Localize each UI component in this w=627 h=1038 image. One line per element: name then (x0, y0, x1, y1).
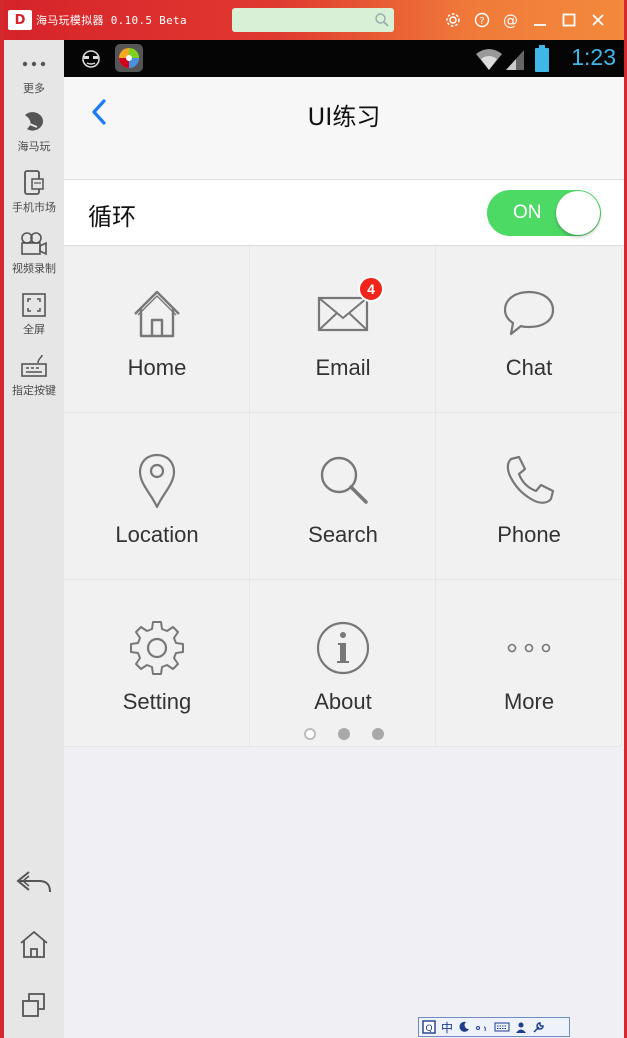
emulator-titlebar: D 海马玩模拟器 0.10.5 Beta ? @ (0, 0, 627, 40)
info-icon (316, 621, 370, 675)
grid-item-location[interactable]: Location (64, 413, 250, 580)
phone-icon (506, 455, 555, 504)
grid-item-label: More (503, 689, 555, 714)
grid-item-about[interactable]: About (250, 580, 436, 747)
grid-item-chat[interactable]: Chat (436, 246, 622, 413)
app-title: 海马玩模拟器 0.10.5 Beta (36, 14, 187, 27)
titlebar-search-input[interactable] (232, 8, 394, 32)
unread-badge: 4 (358, 276, 384, 302)
sidebar-item-label: 指定按键 (12, 384, 56, 397)
page-dot-2[interactable] (338, 728, 350, 740)
svg-text:?: ? (479, 16, 484, 27)
nav-bar: UI练习 (64, 77, 624, 185)
haimawan-logo: D (8, 10, 32, 30)
grid-item-label: Setting (122, 689, 192, 714)
keymap-icon (4, 352, 64, 380)
ime-language-toggle[interactable]: 中 (441, 1019, 453, 1036)
svg-text:@: @ (503, 12, 518, 29)
signal-icon (506, 50, 524, 70)
user-icon[interactable] (515, 1021, 527, 1033)
sidebar-item-haimawan[interactable]: 海马玩 (4, 108, 64, 154)
back-icon (4, 868, 64, 896)
moon-icon[interactable] (458, 1021, 470, 1033)
gear-icon (130, 621, 184, 675)
grid-item-more[interactable]: More (436, 580, 622, 747)
loop-setting-row: 循环 ON (64, 179, 624, 246)
keyboard-icon[interactable] (494, 1021, 510, 1033)
search-icon[interactable] (374, 12, 390, 28)
ime-toolbar: Q 中 (418, 1017, 570, 1037)
toggle-knob[interactable] (556, 191, 600, 235)
sidebar-item-more[interactable]: 更多 (4, 50, 64, 96)
map-pin-icon (138, 453, 176, 509)
titlebar-buttons: ? @ (438, 8, 612, 32)
titlebar-search (232, 8, 394, 32)
device-screen: 1:23 UI练习 循环 ON Home 4 Email Chat Locati… (64, 40, 624, 1038)
page-title: UI练习 (307, 103, 381, 131)
sidebar-recent-button[interactable] (4, 991, 64, 1019)
status-time: 1:23 (571, 44, 616, 70)
market-app-icon (115, 44, 143, 72)
ime-logo-icon[interactable]: Q (422, 1020, 436, 1034)
fullscreen-icon (4, 291, 64, 319)
grid-item-setting[interactable]: Setting (64, 580, 250, 747)
wrench-icon[interactable] (532, 1021, 545, 1034)
speech-bubble-icon (503, 290, 555, 336)
sidebar-item-fullscreen[interactable]: 全屏 (4, 291, 64, 337)
loop-label: 循环 (88, 203, 136, 231)
battery-icon (535, 45, 549, 72)
page-indicator (64, 726, 624, 742)
grid-item-label: Phone (497, 522, 561, 547)
grid-item-label: Home (127, 355, 187, 380)
sidebar-home-button[interactable] (4, 930, 64, 958)
more-dots-icon (4, 50, 64, 78)
sidebar-item-label: 海马玩 (17, 140, 51, 153)
haimawan-icon (4, 108, 64, 136)
grid-item-label: Email (315, 355, 371, 380)
video-record-icon (4, 230, 64, 258)
loop-toggle[interactable]: ON (487, 190, 601, 236)
app-market-icon (4, 169, 64, 197)
toggle-state-text: ON (513, 202, 542, 223)
sidebar-item-keymap[interactable]: 指定按键 (4, 352, 64, 398)
home-icon (4, 930, 64, 958)
emulator-sidebar: 更多 海马玩 手机市场 视频录制 全屏 指定按键 (4, 40, 64, 1038)
grid-item-label: Search (308, 522, 378, 547)
notification-icon (82, 50, 100, 68)
help-icon[interactable]: ? (467, 8, 496, 32)
maximize-icon[interactable] (554, 8, 583, 32)
recent-apps-icon (4, 991, 64, 1019)
nav-bar-content: UI练习 (64, 77, 624, 147)
sidebar-item-label: 全屏 (23, 323, 45, 336)
sidebar-back-button[interactable] (4, 868, 64, 896)
grid-item-label: Location (115, 522, 199, 547)
close-icon[interactable] (583, 8, 612, 32)
sidebar-item-label: 更多 (23, 82, 45, 95)
grid-item-label: Chat (505, 355, 553, 380)
wifi-icon (476, 49, 502, 70)
page-dot-1[interactable] (304, 728, 316, 740)
android-statusbar: 1:23 (64, 40, 624, 77)
more-dots-icon (507, 643, 551, 653)
grid-item-label: About (314, 689, 372, 714)
punctuation-icon[interactable] (475, 1021, 489, 1033)
settings-icon[interactable] (438, 8, 467, 32)
grid-item-phone[interactable]: Phone (436, 413, 622, 580)
sidebar-item-label: 手机市场 (12, 201, 56, 214)
sidebar-item-app-market[interactable]: 手机市场 (4, 169, 64, 215)
search-icon (320, 456, 368, 504)
page-dot-3[interactable] (372, 728, 384, 740)
menu-grid: Home 4 Email Chat Location Search Phone … (64, 246, 624, 747)
minimize-icon[interactable] (525, 8, 554, 32)
grid-item-home[interactable]: Home (64, 246, 250, 413)
house-icon (134, 290, 180, 338)
sidebar-item-video-record[interactable]: 视频录制 (4, 230, 64, 276)
grid-item-email[interactable]: 4 Email (250, 246, 436, 413)
sidebar-item-label: 视频录制 (12, 262, 56, 275)
account-icon[interactable]: @ (496, 8, 525, 32)
grid-item-search[interactable]: Search (250, 413, 436, 580)
svg-text:Q: Q (425, 1024, 432, 1034)
